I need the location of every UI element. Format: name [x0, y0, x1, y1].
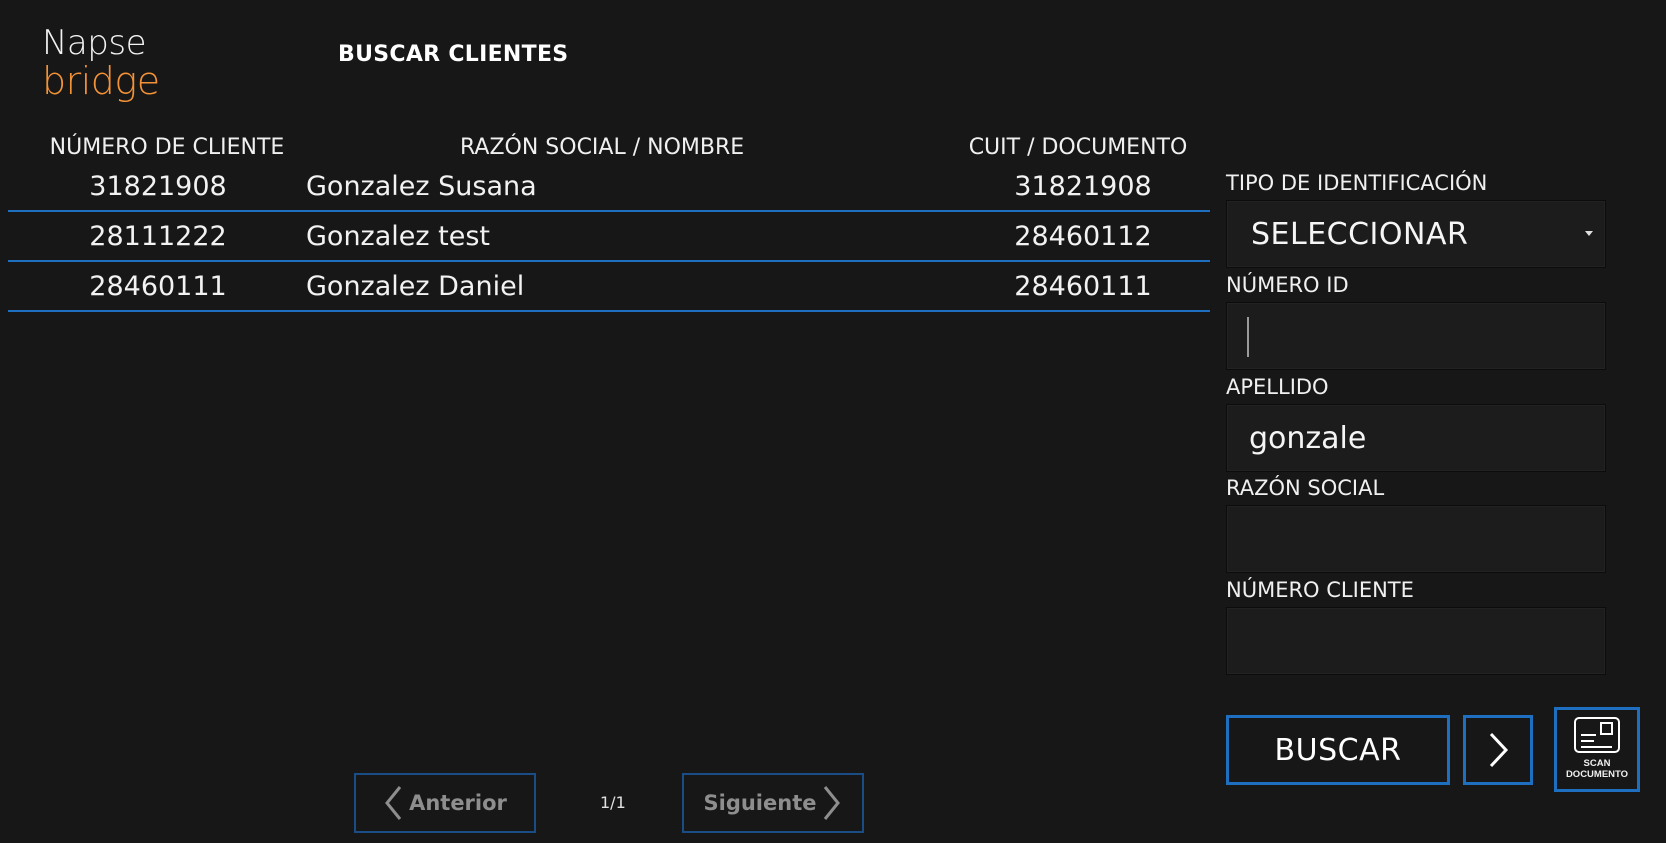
- id-type-select[interactable]: SELECCIONAR: [1226, 200, 1606, 268]
- table-row[interactable]: 28111222 Gonzalez test 28460112: [8, 212, 1210, 262]
- page-indicator: 1/1: [600, 793, 626, 812]
- chevron-right-icon: [1489, 732, 1509, 768]
- cell-name: Gonzalez Daniel: [306, 271, 525, 302]
- page-title: BUSCAR CLIENTES: [338, 42, 569, 67]
- cell-name: Gonzalez Susana: [306, 171, 537, 202]
- cell-document: 28460111: [1014, 271, 1152, 302]
- business-name-input[interactable]: [1227, 506, 1605, 572]
- chevron-right-icon: [824, 786, 841, 820]
- cell-name: Gonzalez test: [306, 221, 490, 252]
- cell-client-number: 28111222: [89, 221, 227, 252]
- chevron-left-icon: [385, 786, 402, 820]
- table-row[interactable]: 31821908 Gonzalez Susana 31821908: [8, 162, 1210, 212]
- results-table: 31821908 Gonzalez Susana 31821908 281112…: [8, 162, 1210, 312]
- id-card-icon: [1574, 717, 1620, 753]
- table-row[interactable]: 28460111 Gonzalez Daniel 28460111: [8, 262, 1210, 312]
- brand-logo: Napse bridge: [42, 26, 160, 100]
- column-header-document: CUIT / DOCUMENTO: [968, 135, 1188, 160]
- business-name-label: RAZÓN SOCIAL: [1226, 476, 1385, 500]
- column-header-name: RAZÓN SOCIAL / NOMBRE: [460, 135, 745, 160]
- previous-page-button[interactable]: Anterior: [354, 773, 536, 833]
- cell-client-number: 28460111: [89, 271, 227, 302]
- id-type-label: TIPO DE IDENTIFICACIÓN: [1226, 171, 1488, 195]
- scan-label-line1: SCAN: [1583, 758, 1611, 769]
- caret-down-icon: [1585, 231, 1593, 236]
- client-number-field-container: [1226, 607, 1606, 675]
- client-number-label: NÚMERO CLIENTE: [1226, 578, 1414, 602]
- next-page-button[interactable]: Siguiente: [682, 773, 864, 833]
- business-name-field-container: [1226, 505, 1606, 573]
- search-button[interactable]: BUSCAR: [1226, 715, 1450, 785]
- last-name-input[interactable]: [1227, 405, 1605, 471]
- last-name-field-container: [1226, 404, 1606, 472]
- column-header-client-number: NÚMERO DE CLIENTE: [49, 135, 285, 160]
- id-number-input[interactable]: [1227, 303, 1605, 369]
- cell-client-number: 31821908: [89, 171, 227, 202]
- text-cursor: [1247, 317, 1249, 357]
- scan-document-button[interactable]: SCAN DOCUMENTO: [1554, 707, 1640, 792]
- next-button[interactable]: [1463, 715, 1533, 785]
- last-name-label: APELLIDO: [1226, 375, 1329, 399]
- client-number-input[interactable]: [1227, 608, 1605, 674]
- scan-label-line2: DOCUMENTO: [1565, 769, 1629, 780]
- id-type-selected-value: SELECCIONAR: [1251, 216, 1469, 252]
- cell-document: 28460112: [1014, 221, 1152, 252]
- id-number-label: NÚMERO ID: [1226, 273, 1349, 297]
- id-number-field-container: [1226, 302, 1606, 370]
- scan-document-label: SCAN DOCUMENTO: [1566, 758, 1628, 780]
- next-page-label: Siguiente: [703, 791, 817, 815]
- brand-logo-line1: Napse: [42, 23, 146, 63]
- brand-logo-line2: bridge: [42, 59, 160, 103]
- previous-page-label: Anterior: [409, 791, 507, 815]
- cell-document: 31821908: [1014, 171, 1152, 202]
